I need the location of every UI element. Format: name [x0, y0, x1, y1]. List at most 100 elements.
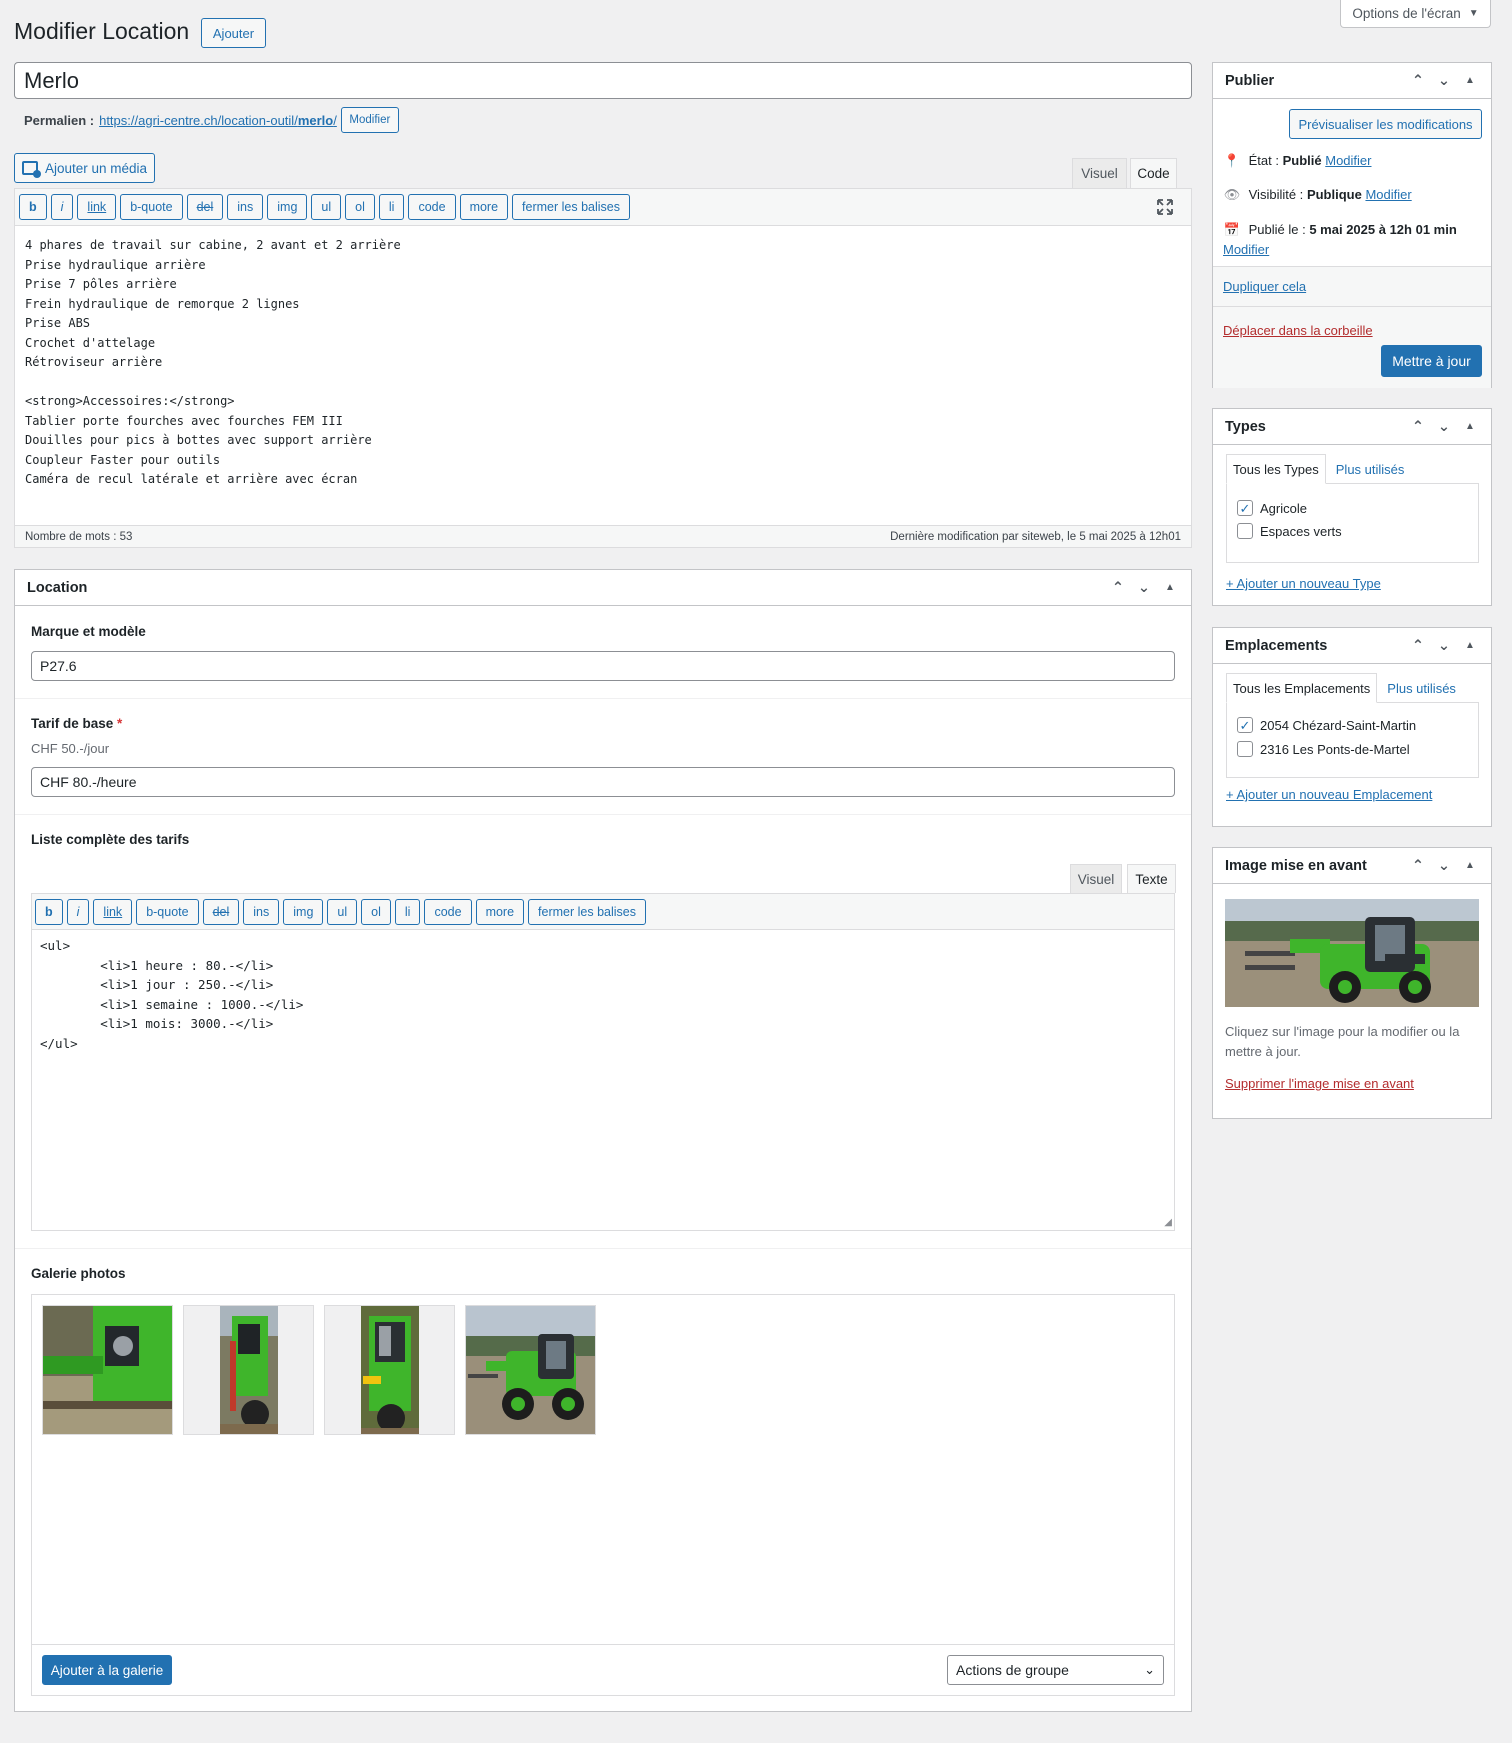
status-row: 📍 État : Publié Modifier: [1223, 153, 1372, 169]
visibility-edit-link[interactable]: Modifier: [1365, 187, 1411, 202]
tab-visual[interactable]: Visuel: [1072, 158, 1127, 188]
rates-qt-b[interactable]: b: [35, 898, 63, 925]
publish-header: Publier ⌃ ⌄ ▲: [1213, 63, 1491, 99]
locations-tab-popular[interactable]: Plus utilisés: [1381, 673, 1462, 703]
move-down-icon[interactable]: ⌄: [1435, 857, 1453, 875]
rates-qt-link[interactable]: link: [93, 898, 133, 925]
status-edit-link[interactable]: Modifier: [1325, 153, 1371, 168]
move-up-icon[interactable]: ⌃: [1109, 579, 1127, 597]
divider: [15, 814, 1191, 815]
add-new-button[interactable]: Ajouter: [201, 18, 266, 48]
editor-qt-code[interactable]: code: [408, 194, 456, 220]
rates-qt-ol[interactable]: ol: [361, 898, 391, 925]
move-down-icon[interactable]: ⌄: [1435, 418, 1453, 436]
move-down-icon[interactable]: ⌄: [1435, 72, 1453, 90]
editor-qt-i[interactable]: i: [50, 194, 74, 220]
editor-qt-del[interactable]: del: [186, 194, 224, 220]
toggle-panel-icon[interactable]: ▲: [1161, 579, 1179, 597]
editor-qt-b[interactable]: b: [19, 194, 47, 220]
permalink-edit-button[interactable]: Modifier: [340, 107, 399, 133]
preview-changes-button[interactable]: Prévisualiser les modifications: [1289, 109, 1482, 139]
editor-qt-li[interactable]: li: [378, 194, 405, 220]
toggle-panel-icon[interactable]: ▲: [1461, 72, 1479, 90]
add-location-link[interactable]: + Ajouter un nouveau Emplacement: [1226, 787, 1432, 802]
editor-qt-more[interactable]: more: [459, 194, 509, 220]
fullscreen-icon[interactable]: [1155, 197, 1175, 217]
tab-code[interactable]: Code: [1130, 158, 1177, 188]
full-rates-tab-visual[interactable]: Visuel: [1070, 864, 1122, 893]
rates-qt-b-quote[interactable]: b-quote: [136, 898, 199, 925]
editor-qt-b-quote[interactable]: b-quote: [120, 194, 183, 220]
gallery-thumbnail[interactable]: [324, 1305, 455, 1435]
move-up-icon[interactable]: ⌃: [1409, 418, 1427, 436]
add-media-button[interactable]: Ajouter un média: [14, 153, 155, 183]
editor-status-bar: Nombre de mots : 53 Dernière modificatio…: [15, 525, 1191, 547]
resize-handle-icon[interactable]: ◢: [1164, 1217, 1172, 1228]
editor-qt-img[interactable]: img: [267, 194, 308, 220]
types-checklist: ✓ Agricole Espaces verts: [1226, 483, 1479, 563]
published-value: 5 mai 2025 à 12h 01 min: [1309, 222, 1457, 237]
post-title-input[interactable]: Merlo: [14, 62, 1192, 99]
eye-icon: 👁: [1223, 187, 1241, 202]
gallery-thumbnail[interactable]: [465, 1305, 596, 1435]
date-edit-link[interactable]: Modifier: [1223, 242, 1269, 257]
gallery-thumbnail[interactable]: [42, 1305, 173, 1435]
base-rate-input[interactable]: CHF 80.-/heure: [31, 767, 1175, 797]
move-up-icon[interactable]: ⌃: [1409, 637, 1427, 655]
featured-image-metabox: Image mise en avant ⌃ ⌄ ▲ Cliquez sur l'…: [1212, 847, 1492, 1119]
rates-qt-i[interactable]: i: [66, 898, 90, 925]
toggle-panel-icon[interactable]: ▲: [1461, 857, 1479, 875]
rates-qt-code[interactable]: code: [424, 898, 472, 925]
move-up-icon[interactable]: ⌃: [1409, 72, 1427, 90]
move-down-icon[interactable]: ⌄: [1135, 579, 1153, 597]
rates-qt-ul[interactable]: ul: [327, 898, 358, 925]
types-tab-popular[interactable]: Plus utilisés: [1330, 454, 1411, 484]
editor-qt-ul[interactable]: ul: [311, 194, 342, 220]
permalink-link[interactable]: https://agri-centre.ch/location-outil/me…: [99, 113, 337, 128]
full-rates-tab-text[interactable]: Texte: [1127, 864, 1176, 893]
rates-qt-more[interactable]: more: [475, 898, 525, 925]
visibility-label: Visibilité :: [1248, 187, 1304, 202]
toggle-panel-icon[interactable]: ▲: [1461, 637, 1479, 655]
duplicate-link[interactable]: Dupliquer cela: [1223, 279, 1306, 294]
base-rate-label: Tarif de base *: [31, 716, 122, 731]
bulk-actions-select[interactable]: Actions de groupe ⌄: [947, 1655, 1164, 1685]
gallery-thumbnail[interactable]: [183, 1305, 314, 1435]
types-tab-all[interactable]: Tous les Types: [1226, 454, 1326, 484]
trash-link[interactable]: Déplacer dans la corbeille: [1223, 323, 1373, 338]
add-type-link[interactable]: + Ajouter un nouveau Type: [1226, 576, 1381, 591]
ponts-de-martel-checkbox[interactable]: [1237, 741, 1253, 757]
add-to-gallery-button[interactable]: Ajouter à la galerie: [42, 1655, 172, 1685]
locations-tab-all[interactable]: Tous les Emplacements: [1226, 673, 1378, 703]
rates-qt-del[interactable]: del: [202, 898, 240, 925]
move-up-icon[interactable]: ⌃: [1409, 857, 1427, 875]
full-rates-textarea[interactable]: <ul> <li>1 heure : 80.-</li> <li>1 jour …: [32, 930, 1174, 1059]
rates-qt-ins[interactable]: ins: [243, 898, 280, 925]
locations-item-label: 2316 Les Ponts-de-Martel: [1260, 741, 1410, 757]
agricole-checkbox[interactable]: ✓: [1237, 500, 1253, 516]
espaces-verts-checkbox[interactable]: [1237, 523, 1253, 539]
editor-qt-ins[interactable]: ins: [227, 194, 264, 220]
editor-qt-link[interactable]: link: [77, 194, 117, 220]
base-rate-value: CHF 80.-/heure: [40, 774, 137, 790]
publish-metabox: Publier ⌃ ⌄ ▲ Prévisualiser les modifica…: [1212, 62, 1492, 388]
screen-options-button[interactable]: Options de l'écran ▼: [1340, 0, 1491, 28]
featured-image[interactable]: [1225, 899, 1479, 1007]
move-down-icon[interactable]: ⌄: [1435, 637, 1453, 655]
rates-qt-li[interactable]: li: [394, 898, 421, 925]
editor-qt-fermer-les-balises[interactable]: fermer les balises: [512, 194, 630, 220]
editor-qt-ol[interactable]: ol: [345, 194, 375, 220]
remove-featured-link[interactable]: Supprimer l'image mise en avant: [1225, 1076, 1414, 1091]
update-button[interactable]: Mettre à jour: [1381, 345, 1482, 377]
last-modified: Dernière modification par siteweb, le 5 …: [890, 530, 1181, 543]
brand-input[interactable]: P27.6: [31, 651, 1175, 681]
published-date-row: 📅 Publié le : 5 mai 2025 à 12h 01 min Mo…: [1223, 220, 1483, 260]
chezard-checkbox[interactable]: ✓: [1237, 717, 1253, 733]
brand-label: Marque et modèle: [31, 624, 146, 639]
editor-toolbar: b i link b-quote del ins img ul ol li code more ferm…: [15, 189, 1191, 226]
editor-textarea[interactable]: 4 phares de travail sur cabine, 2 avant …: [15, 226, 1191, 526]
published-label: Publié le :: [1248, 222, 1306, 237]
rates-qt-fermer-les-balises[interactable]: fermer les balises: [528, 898, 646, 925]
rates-qt-img[interactable]: img: [283, 898, 324, 925]
toggle-panel-icon[interactable]: ▲: [1461, 418, 1479, 436]
